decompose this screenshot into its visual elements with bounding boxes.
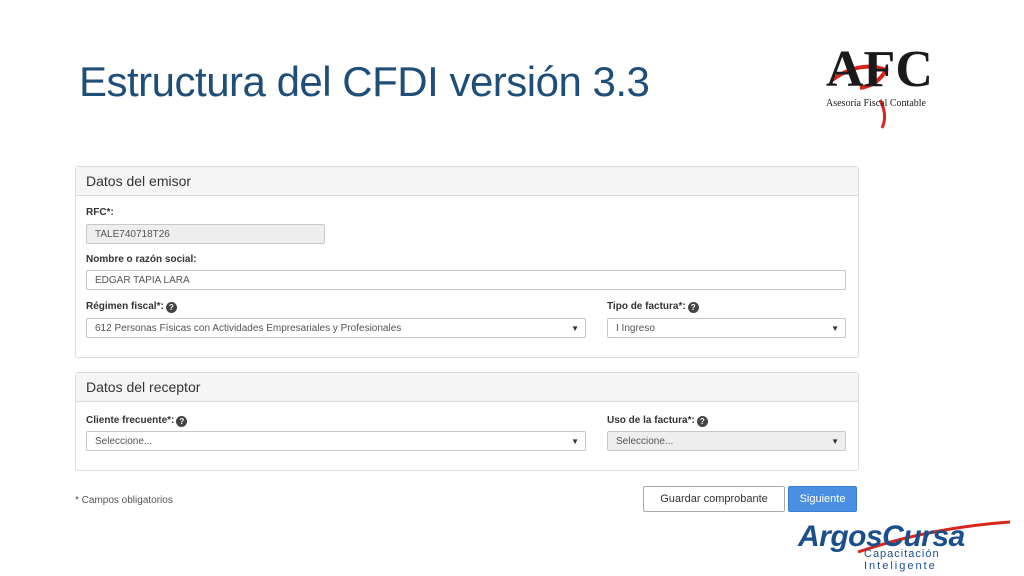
next-button[interactable]: Siguiente [788, 486, 857, 512]
receptor-panel: Datos del receptor Cliente frecuente*:? … [75, 372, 859, 471]
regimen-label: Régimen fiscal*:? [86, 301, 177, 313]
required-fields-note: * Campos obligatorios [75, 495, 173, 506]
save-button[interactable]: Guardar comprobante [643, 486, 785, 512]
afc-logo-subtitle: Asesoría Fiscal Contable [826, 98, 926, 109]
regimen-select[interactable]: 612 Personas Físicas con Actividades Emp… [86, 318, 586, 338]
argoscursa-tagline-1: Capacitación [864, 548, 940, 560]
caret-down-icon: ▼ [571, 437, 579, 446]
nombre-field[interactable]: EDGAR TAPIA LARA [86, 270, 846, 290]
cliente-label: Cliente frecuente*:? [86, 415, 188, 427]
tipo-label-text: Tipo de factura*: [607, 301, 686, 312]
argoscursa-logo: ArgosCursa Capacitación Inteligente [798, 518, 1018, 574]
question-circle-icon[interactable]: ? [176, 416, 188, 427]
nombre-label: Nombre o razón social: [86, 254, 197, 265]
emisor-heading: Datos del emisor [76, 167, 858, 196]
rfc-field[interactable]: TALE740718T26 [86, 224, 325, 244]
slide-title: Estructura del CFDI versión 3.3 [79, 58, 650, 105]
cliente-select[interactable]: Seleccione... ▼ [86, 431, 586, 451]
caret-down-icon: ▼ [831, 437, 839, 446]
regimen-label-text: Régimen fiscal*: [86, 301, 164, 312]
question-circle-icon[interactable]: ? [696, 416, 708, 427]
afc-logo-letters: AFC [826, 41, 933, 98]
receptor-heading: Datos del receptor [76, 373, 858, 402]
regimen-select-value: 612 Personas Físicas con Actividades Emp… [95, 323, 402, 334]
question-circle-icon[interactable]: ? [687, 302, 699, 313]
cliente-select-value: Seleccione... [95, 436, 153, 447]
tipo-label: Tipo de factura*:? [607, 301, 699, 313]
uso-select[interactable]: Seleccione... ▼ [607, 431, 846, 451]
uso-label-text: Uso de la factura*: [607, 415, 695, 426]
caret-down-icon: ▼ [831, 324, 839, 333]
tipo-select[interactable]: I Ingreso ▼ [607, 318, 846, 338]
question-circle-icon[interactable]: ? [165, 302, 177, 313]
rfc-label: RFC*: [86, 207, 114, 218]
tipo-select-value: I Ingreso [616, 323, 655, 334]
caret-down-icon: ▼ [571, 324, 579, 333]
uso-label: Uso de la factura*:? [607, 415, 708, 427]
emisor-panel: Datos del emisor RFC*: TALE740718T26 Nom… [75, 166, 859, 358]
argoscursa-tagline-2: Inteligente [864, 560, 937, 572]
afc-logo: AFC Asesoría Fiscal Contable [820, 40, 960, 130]
cliente-label-text: Cliente frecuente*: [86, 415, 175, 426]
uso-select-value: Seleccione... [616, 436, 674, 447]
